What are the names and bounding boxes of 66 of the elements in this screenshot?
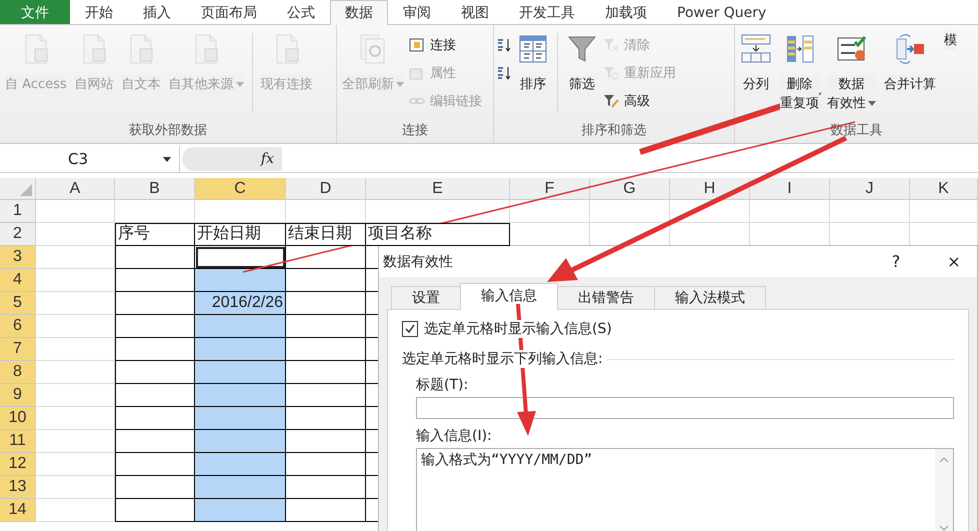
table-cell: 开始日期 <box>195 223 286 246</box>
column-header[interactable]: A <box>36 178 115 200</box>
row-header[interactable]: 11 <box>0 430 36 453</box>
column-header[interactable]: G <box>590 178 670 200</box>
section-label: 选定单元格时显示下列输入信息: <box>402 350 603 368</box>
ribbon-tab[interactable]: 审阅 <box>388 0 446 24</box>
row-header[interactable]: 13 <box>0 476 36 499</box>
dialog-tab[interactable]: 输入法模式 <box>654 286 766 309</box>
ribbon-button[interactable]: 连接 <box>409 33 482 57</box>
column-header[interactable]: E <box>366 178 510 200</box>
help-button[interactable]: ? <box>873 248 919 276</box>
name-box[interactable]: C3 <box>0 146 180 172</box>
ribbon-tab[interactable]: 公式 <box>272 0 330 24</box>
ribbon-tab[interactable]: 视图 <box>446 0 504 24</box>
column-header[interactable]: B <box>115 178 195 200</box>
ribbon-button[interactable]: 模 <box>941 31 960 50</box>
row-header[interactable]: 6 <box>0 315 36 338</box>
row-header[interactable]: 9 <box>0 384 36 407</box>
row-header[interactable]: 3 <box>0 246 36 269</box>
row-header[interactable]: 14 <box>0 499 36 522</box>
ribbon-button[interactable]: 删除 重复项 <box>777 31 822 113</box>
row-header[interactable]: 12 <box>0 453 36 476</box>
column-header[interactable]: I <box>750 178 830 200</box>
dialog-tab[interactable]: 设置 <box>391 286 461 309</box>
group-label: 连接 <box>401 122 429 140</box>
close-button[interactable]: × <box>931 248 977 276</box>
group-label: 排序和筛选 <box>580 122 648 140</box>
ribbon-tab[interactable]: 开始 <box>70 0 128 24</box>
table-cell: 项目名称 <box>366 223 510 246</box>
ribbon-tab[interactable]: 文件 <box>0 0 70 24</box>
ribbon-tab[interactable]: 加载项 <box>590 0 662 24</box>
column-header[interactable]: K <box>910 178 978 200</box>
row-header[interactable]: 8 <box>0 361 36 384</box>
field-label: 输入信息(I): <box>416 427 493 445</box>
dialog-tab[interactable]: 输入信息 <box>460 283 558 310</box>
checkbox-label[interactable]: 选定单元格时显示输入信息(S) <box>424 320 612 338</box>
message-input[interactable]: 输入格式为“YYYY/MM/DD” <box>416 448 954 531</box>
ribbon-tab[interactable]: 页面布局 <box>186 0 272 24</box>
function-button[interactable]: fx <box>182 147 282 171</box>
row-header[interactable]: 4 <box>0 269 36 292</box>
ribbon-tab[interactable]: 数据 <box>330 0 388 25</box>
selected-cell: 2016/2/26 <box>195 292 286 315</box>
ribbon-button[interactable]: 高级 <box>603 89 676 113</box>
table-cell: 结束日期 <box>286 223 366 246</box>
ribbon-button[interactable]: 排序 <box>514 31 552 94</box>
row-header[interactable]: 5 <box>0 292 36 315</box>
ribbon-button[interactable]: 数据 有效性 <box>824 31 879 113</box>
ribbon-button[interactable]: 筛选 <box>563 31 601 94</box>
group-label: 获取外部数据 <box>128 122 208 140</box>
field-label: 标题(T): <box>416 376 470 394</box>
table-cell: 序号 <box>115 223 195 246</box>
column-header[interactable]: F <box>510 178 590 200</box>
row-header[interactable]: 7 <box>0 338 36 361</box>
row-header[interactable]: 10 <box>0 407 36 430</box>
column-header[interactable]: D <box>286 178 366 200</box>
row-header[interactable]: 1 <box>0 200 36 223</box>
dialog-title: 数据有效性 <box>383 252 454 270</box>
ribbon-button[interactable]: 分列 <box>737 31 775 94</box>
column-header[interactable]: H <box>670 178 750 200</box>
column-header[interactable]: J <box>830 178 910 200</box>
row-header[interactable]: 2 <box>0 223 36 246</box>
ribbon-tab[interactable]: 插入 <box>128 0 186 24</box>
ribbon-button[interactable]: 合并计算 <box>881 31 939 94</box>
ribbon-tab[interactable]: Power Query <box>662 0 782 24</box>
ribbon-tab[interactable]: 开发工具 <box>504 0 590 24</box>
column-header[interactable]: C <box>195 178 286 200</box>
